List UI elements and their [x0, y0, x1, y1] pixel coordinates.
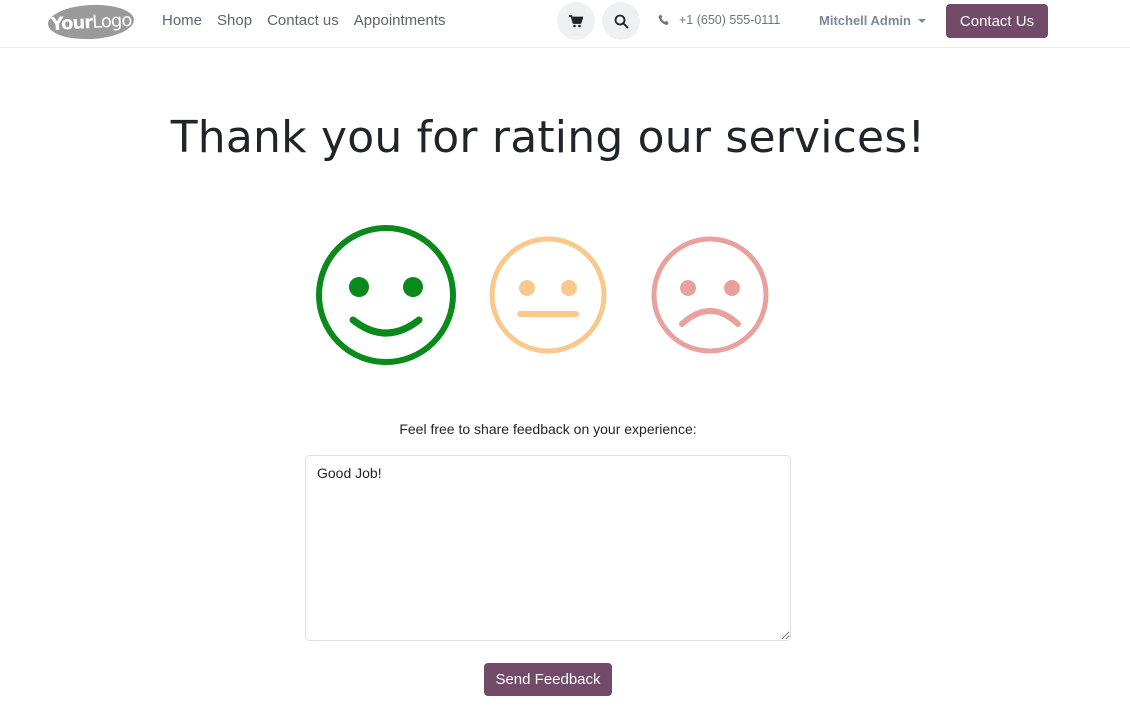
happy-face-icon — [316, 225, 456, 365]
cart-button[interactable] — [557, 2, 595, 40]
nav-shop-link[interactable]: Shop — [217, 12, 252, 29]
logo-text-bold: Your — [50, 11, 93, 35]
nav-appointments-link[interactable]: Appointments — [354, 12, 446, 29]
rating-sad-option[interactable] — [651, 236, 769, 354]
logo-text-light: Logo — [91, 9, 132, 33]
rating-neutral-option[interactable] — [489, 236, 607, 354]
main-nav: Home Shop Contact us Appointments — [162, 12, 461, 29]
chevron-down-icon — [917, 18, 926, 23]
phone-contact[interactable]: +1 (650) 555-0111 — [658, 13, 780, 27]
page-title: Thank you for rating our services! — [170, 112, 926, 163]
sad-face-icon — [651, 236, 769, 354]
nav-contact-us-link[interactable]: Contact us — [267, 12, 339, 29]
user-name: Mitchell Admin — [819, 13, 911, 28]
nav-home-link[interactable]: Home — [162, 12, 202, 29]
phone-number: +1 (650) 555-0111 — [679, 13, 781, 27]
send-feedback-button[interactable]: Send Feedback — [484, 663, 612, 696]
contact-us-button[interactable]: Contact Us — [946, 4, 1048, 38]
search-button[interactable] — [602, 2, 640, 40]
cart-icon — [569, 14, 583, 27]
navbar: Your Logo Home Shop Contact us Appointmen… — [0, 0, 1130, 48]
user-menu[interactable]: Mitchell Admin — [819, 13, 926, 28]
phone-icon — [658, 14, 669, 25]
feedback-label: Feel free to share feedback on your expe… — [399, 421, 697, 437]
rating-happy-option[interactable] — [315, 224, 457, 366]
neutral-face-icon — [489, 236, 607, 354]
site-logo[interactable]: Your Logo — [47, 2, 135, 42]
feedback-textarea[interactable]: Good Job! — [305, 455, 791, 641]
search-icon — [614, 14, 628, 28]
